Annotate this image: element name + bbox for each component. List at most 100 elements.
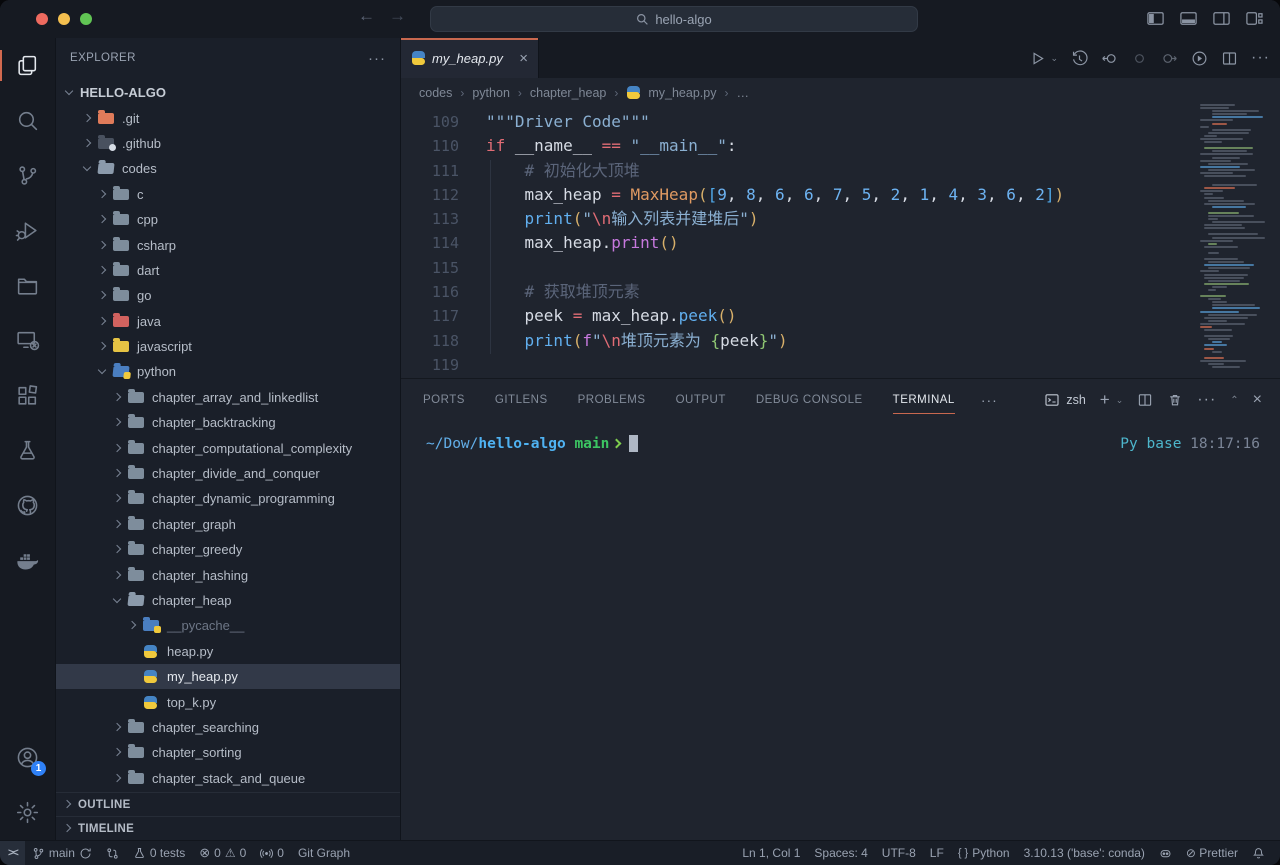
tree-item-python[interactable]: python — [56, 359, 400, 384]
timeline-history-icon[interactable] — [1071, 50, 1088, 67]
command-center-search[interactable]: hello-algo — [430, 6, 918, 32]
tree-item-chapter-hashing[interactable]: chapter_hashing — [56, 562, 400, 587]
panel-tab-ports[interactable]: PORTS — [423, 379, 465, 421]
prettier-status[interactable]: ⊘ Prettier — [1179, 841, 1245, 865]
encoding[interactable]: UTF-8 — [875, 841, 923, 865]
tab-my-heap-py[interactable]: my_heap.py × — [401, 38, 539, 78]
breadcrumb-item[interactable]: chapter_heap — [530, 86, 606, 100]
tree-item--github[interactable]: .github — [56, 131, 400, 156]
code-line-117[interactable]: 117 peek = max_heap.peek() — [401, 304, 1280, 328]
chevron-right-icon[interactable] — [95, 314, 110, 329]
tree-item-chapter-greedy[interactable]: chapter_greedy — [56, 537, 400, 562]
maximize-panel-icon[interactable]: ⌃ — [1230, 395, 1238, 406]
tree-item-chapter-sorting[interactable]: chapter_sorting — [56, 740, 400, 765]
tree-item-csharp[interactable]: csharp — [56, 232, 400, 257]
git-graph-button[interactable]: Git Graph — [291, 841, 357, 865]
customize-layout-icon[interactable] — [1245, 9, 1264, 28]
tree-item-chapter-backtracking[interactable]: chapter_backtracking — [56, 410, 400, 435]
breadcrumb-item[interactable]: my_heap.py — [648, 86, 716, 100]
run-profile-icon[interactable] — [1191, 50, 1208, 67]
code-line-113[interactable]: 113 print("\n输入列表并建堆后") — [401, 207, 1280, 231]
split-terminal-icon[interactable] — [1137, 392, 1153, 408]
code-line-109[interactable]: 109"""Driver Code""" — [401, 110, 1280, 134]
git-graph-status-icon[interactable] — [99, 841, 126, 865]
toggle-secondary-sidebar-icon[interactable] — [1212, 9, 1231, 28]
code-line-116[interactable]: 116 # 获取堆顶元素 — [401, 280, 1280, 304]
activity-source-control-icon[interactable] — [0, 148, 55, 203]
indentation[interactable]: Spaces: 4 — [807, 841, 874, 865]
terminal-content[interactable]: ~/Dow/hello-algo main Py base 18:17:16 — [401, 421, 1280, 840]
explorer-more-actions-icon[interactable]: ··· — [368, 50, 386, 67]
eol-sequence[interactable]: LF — [923, 841, 951, 865]
tree-item-chapter-array-and-linkedlist[interactable]: chapter_array_and_linkedlist — [56, 385, 400, 410]
git-branch-status[interactable]: main — [25, 841, 99, 865]
tree-item--pycache-[interactable]: __pycache__ — [56, 613, 400, 638]
chevron-down-icon[interactable] — [80, 161, 95, 176]
tree-item-javascript[interactable]: javascript — [56, 334, 400, 359]
activity-testing-icon[interactable] — [0, 423, 55, 478]
run-python-file-icon[interactable] — [1029, 50, 1046, 67]
chevron-right-icon[interactable] — [110, 390, 125, 405]
close-tab-icon[interactable]: × — [519, 50, 528, 67]
split-editor-icon[interactable] — [1221, 50, 1238, 67]
code-line-111[interactable]: 111 # 初始化大顶堆 — [401, 159, 1280, 183]
tree-item-my-heap-py[interactable]: my_heap.py — [56, 664, 400, 689]
chevron-right-icon[interactable] — [95, 212, 110, 227]
chevron-right-icon[interactable] — [80, 111, 95, 126]
chevron-right-icon[interactable] — [110, 466, 125, 481]
panel-tab-gitlens[interactable]: GITLENS — [495, 379, 548, 421]
outline-section[interactable]: OUTLINE — [56, 792, 400, 816]
activity-file-folder-icon[interactable] — [0, 258, 55, 313]
code-line-119[interactable]: 119 — [401, 353, 1280, 377]
breadcrumb-item[interactable]: python — [472, 86, 510, 100]
chevron-right-icon[interactable] — [110, 491, 125, 506]
chevron-right-icon[interactable] — [110, 415, 125, 430]
tree-item-chapter-stack-and-queue[interactable]: chapter_stack_and_queue — [56, 766, 400, 791]
kill-terminal-icon[interactable] — [1167, 392, 1183, 408]
tree-item-chapter-computational-complexity[interactable]: chapter_computational_complexity — [56, 435, 400, 460]
minimap[interactable] — [1200, 104, 1272, 369]
activity-extensions-icon[interactable] — [0, 368, 55, 423]
chevron-right-icon[interactable] — [95, 187, 110, 202]
remote-indicator[interactable]: >< — [0, 841, 25, 865]
toggle-primary-sidebar-icon[interactable] — [1146, 9, 1165, 28]
tree-item-heap-py[interactable]: heap.py — [56, 639, 400, 664]
tree-item-chapter-dynamic-programming[interactable]: chapter_dynamic_programming — [56, 486, 400, 511]
close-panel-icon[interactable]: × — [1253, 391, 1262, 409]
terminal-dropdown-icon[interactable]: ⌄ — [1116, 395, 1124, 406]
python-interpreter[interactable]: 3.10.13 ('base': conda) — [1017, 841, 1152, 865]
tests-status[interactable]: 0 tests — [126, 841, 192, 865]
cursor-position[interactable]: Ln 1, Col 1 — [735, 841, 807, 865]
language-mode[interactable]: { } Python — [951, 841, 1017, 865]
activity-settings-icon[interactable] — [0, 785, 55, 840]
code-line-114[interactable]: 114 max_heap.print() — [401, 231, 1280, 255]
problems-status[interactable]: ⊗0 ⚠0 — [192, 841, 253, 865]
chevron-down-icon[interactable] — [62, 85, 77, 100]
chevron-right-icon[interactable] — [110, 568, 125, 583]
panel-tabs-more-icon[interactable]: ··· — [981, 392, 998, 408]
code-line-112[interactable]: 112 max_heap = MaxHeap([9, 8, 6, 6, 7, 5… — [401, 183, 1280, 207]
tree-root-hello-algo[interactable]: HELLO-ALGO — [56, 80, 400, 105]
chevron-right-icon[interactable] — [95, 238, 110, 253]
code-line-118[interactable]: 118 print(f"\n堆顶元素为 {peek}") — [401, 329, 1280, 353]
tree-item-go[interactable]: go — [56, 283, 400, 308]
tree-item-chapter-graph[interactable]: chapter_graph — [56, 512, 400, 537]
close-window-button[interactable] — [36, 13, 48, 25]
tree-item-chapter-divide-and-conquer[interactable]: chapter_divide_and_conquer — [56, 461, 400, 486]
activity-remote-explorer-icon[interactable] — [0, 313, 55, 368]
code-line-115[interactable]: 115 — [401, 256, 1280, 280]
activity-search-icon[interactable] — [0, 93, 55, 148]
activity-docker-icon[interactable] — [0, 533, 55, 588]
tree-item-dart[interactable]: dart — [56, 258, 400, 283]
panel-more-actions-icon[interactable]: ··· — [1197, 391, 1216, 409]
timeline-section[interactable]: TIMELINE — [56, 816, 400, 840]
copilot-status[interactable] — [1152, 841, 1179, 865]
chevron-right-icon[interactable] — [95, 288, 110, 303]
chevron-right-icon[interactable] — [110, 771, 125, 786]
activity-run-debug-icon[interactable] — [0, 203, 55, 258]
terminal-shell-selector[interactable]: zsh — [1044, 392, 1085, 408]
tree-item-chapter-heap[interactable]: chapter_heap — [56, 588, 400, 613]
tree-item-chapter-searching[interactable]: chapter_searching — [56, 715, 400, 740]
navigate-back-icon[interactable]: ← — [358, 6, 375, 26]
toggle-panel-icon[interactable] — [1179, 9, 1198, 28]
